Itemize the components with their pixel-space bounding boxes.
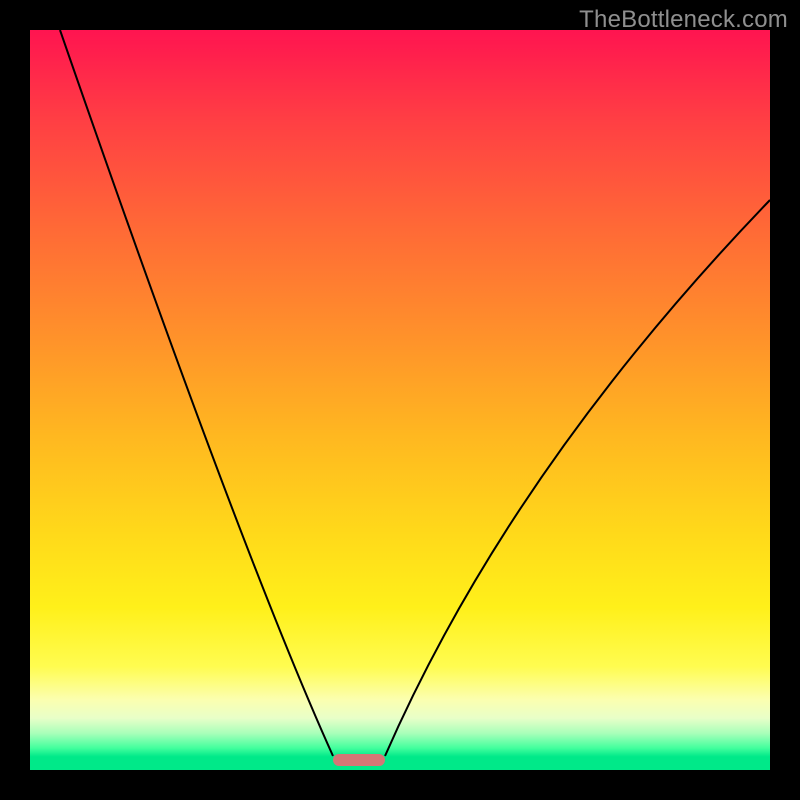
plot-area bbox=[30, 30, 770, 770]
chart-frame: TheBottleneck.com bbox=[0, 0, 800, 800]
bottleneck-curve bbox=[30, 30, 770, 770]
watermark-text: TheBottleneck.com bbox=[579, 6, 788, 34]
optimal-range-marker bbox=[333, 754, 385, 766]
